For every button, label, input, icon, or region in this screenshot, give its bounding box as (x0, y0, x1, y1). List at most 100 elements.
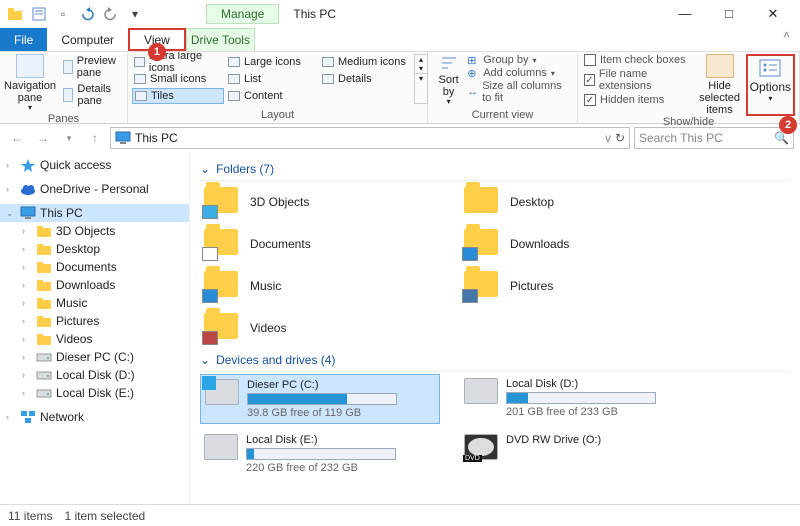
group-by-button[interactable]: ⊞Group by▾ (465, 54, 573, 66)
file-name-extensions-checkbox[interactable]: ✓File name extensions (582, 68, 693, 92)
expand-icon[interactable]: › (22, 388, 32, 398)
qat-dropdown-icon[interactable]: ▾ (124, 3, 146, 25)
folder-item[interactable]: Documents (200, 225, 440, 263)
tree-item-icon (20, 158, 36, 172)
expand-icon[interactable]: › (22, 298, 32, 308)
tree-item-label: Videos (56, 332, 92, 346)
drive-item[interactable]: Local Disk (E:)220 GB free of 232 GB (200, 430, 440, 478)
layout-scroll-up-icon[interactable]: ▴ (415, 55, 427, 64)
tree-item[interactable]: ›Pictures (0, 312, 189, 330)
drives-section-header[interactable]: ⌄ Devices and drives (4) (200, 353, 790, 367)
ribbon-group-show-hide: Item check boxes ✓File name extensions ✓… (578, 52, 800, 123)
address-bar[interactable]: This PC v ↻ (110, 127, 630, 149)
undo-icon[interactable] (76, 3, 98, 25)
folder-item[interactable]: Pictures (460, 267, 700, 305)
back-button[interactable]: ← (6, 127, 28, 149)
expand-icon[interactable]: › (22, 316, 32, 326)
close-button[interactable]: ✕ (758, 6, 788, 22)
drive-item[interactable]: Dieser PC (C:)39.8 GB free of 119 GB (200, 374, 440, 424)
tree-item[interactable]: ›Desktop (0, 240, 189, 258)
tree-item[interactable]: ›Local Disk (D:) (0, 366, 189, 384)
tree-item[interactable]: › Videos (0, 330, 189, 348)
size-columns-button[interactable]: ↔Size all columns to fit (465, 80, 573, 104)
tree-item[interactable]: ›Local Disk (E:) (0, 384, 189, 402)
redo-icon[interactable] (100, 3, 122, 25)
tree-item[interactable]: ›Network (0, 408, 189, 426)
layout-option[interactable]: Details (320, 71, 412, 87)
ribbon-collapse-icon[interactable]: ˄ (773, 28, 800, 51)
folders-section-header[interactable]: ⌄ Folders (7) (200, 162, 790, 176)
expand-icon[interactable]: › (6, 184, 16, 194)
layout-more-icon[interactable]: ▾ (415, 73, 427, 83)
item-check-boxes-label: Item check boxes (600, 54, 686, 66)
panes-group-label: Panes (4, 113, 123, 125)
expand-icon[interactable]: › (22, 262, 32, 272)
address-dropdown-icon[interactable]: v (605, 131, 611, 145)
expand-icon[interactable]: › (6, 160, 16, 170)
folder-item[interactable]: 3D Objects (200, 183, 440, 221)
tab-drive-tools[interactable]: Drive Tools (186, 28, 255, 51)
layout-option[interactable]: Medium icons (320, 54, 412, 70)
properties-icon[interactable] (28, 3, 50, 25)
layout-option[interactable]: Content (226, 88, 318, 104)
tree-item[interactable]: ›Documents (0, 258, 189, 276)
details-pane-button[interactable]: Details pane (59, 82, 124, 108)
history-dropdown-button[interactable]: ▾ (58, 127, 80, 149)
tree-item[interactable]: › OneDrive - Personal (0, 180, 189, 198)
hidden-items-label: Hidden items (600, 94, 664, 106)
tab-computer[interactable]: Computer (47, 28, 128, 51)
layout-scroll-down-icon[interactable]: ▾ (415, 64, 427, 73)
tree-item[interactable]: ›Quick access (0, 156, 189, 174)
hide-selected-items-button[interactable]: Hide selected items (693, 54, 745, 116)
layout-option[interactable]: Tiles (132, 88, 224, 104)
maximize-button[interactable]: □ (714, 6, 744, 22)
drive-free-space: 201 GB free of 233 GB (506, 406, 656, 418)
hidden-items-checkbox[interactable]: ✓Hidden items (582, 94, 693, 106)
search-input[interactable]: Search This PC 🔍 (634, 127, 794, 149)
tree-item-label: OneDrive - Personal (40, 182, 149, 196)
layout-option[interactable]: Extra large icons (132, 54, 224, 70)
layout-option-label: Tiles (151, 90, 174, 102)
expand-icon[interactable]: › (22, 244, 32, 254)
expand-icon[interactable]: ⌄ (6, 208, 16, 219)
folder-item[interactable]: Desktop (460, 183, 700, 221)
tree-item[interactable]: ›Dieser PC (C:) (0, 348, 189, 366)
folder-item[interactable]: Music (200, 267, 440, 305)
layout-option[interactable]: Large icons (226, 54, 318, 70)
tab-file[interactable]: File (0, 28, 47, 51)
folder-label: 3D Objects (250, 195, 309, 209)
preview-pane-button[interactable]: Preview pane (59, 54, 124, 80)
tree-item[interactable]: ›Music (0, 294, 189, 312)
expand-icon[interactable]: › (22, 280, 32, 290)
refresh-button[interactable]: ↻ (615, 131, 625, 145)
navigation-pane-button[interactable]: Navigation pane ▾ (4, 54, 56, 113)
drive-item[interactable]: Local Disk (D:)201 GB free of 233 GB (460, 374, 700, 424)
minimize-button[interactable]: — (670, 6, 700, 22)
layout-option[interactable]: Small icons (132, 71, 224, 87)
tree-item[interactable]: ⌄This PC (0, 204, 189, 222)
tree-item[interactable]: ›3D Objects (0, 222, 189, 240)
folder-item[interactable]: Downloads (460, 225, 700, 263)
up-button[interactable]: ↑ (84, 127, 106, 149)
add-columns-button[interactable]: ⊕Add columns▾ (465, 67, 573, 79)
expand-icon[interactable]: › (6, 412, 16, 422)
contextual-tab-manage[interactable]: Manage (206, 4, 279, 24)
folder-item[interactable]: Videos (200, 309, 440, 347)
expand-icon[interactable]: › (22, 226, 32, 236)
tab-view[interactable]: View 1 (128, 28, 186, 51)
callout-1: 1 (148, 43, 166, 61)
new-folder-icon[interactable]: ▫ (52, 3, 74, 25)
expand-icon[interactable]: › (22, 352, 32, 362)
layout-option[interactable]: List (226, 71, 318, 87)
status-bar: 11 items 1 item selected (0, 504, 800, 526)
expand-icon[interactable]: › (22, 370, 32, 380)
sort-by-button[interactable]: Sort by ▾ (432, 54, 465, 107)
tree-item[interactable]: ›Downloads (0, 276, 189, 294)
drive-item[interactable]: DVDDVD RW Drive (O:) (460, 430, 700, 478)
expand-icon[interactable]: › (22, 334, 32, 344)
item-check-boxes-checkbox[interactable]: Item check boxes (582, 54, 693, 66)
forward-button[interactable]: → (32, 127, 54, 149)
breadcrumb[interactable]: This PC (135, 131, 178, 145)
tree-item-icon (36, 314, 52, 328)
options-button[interactable]: Options ▾ 2 (746, 54, 795, 116)
